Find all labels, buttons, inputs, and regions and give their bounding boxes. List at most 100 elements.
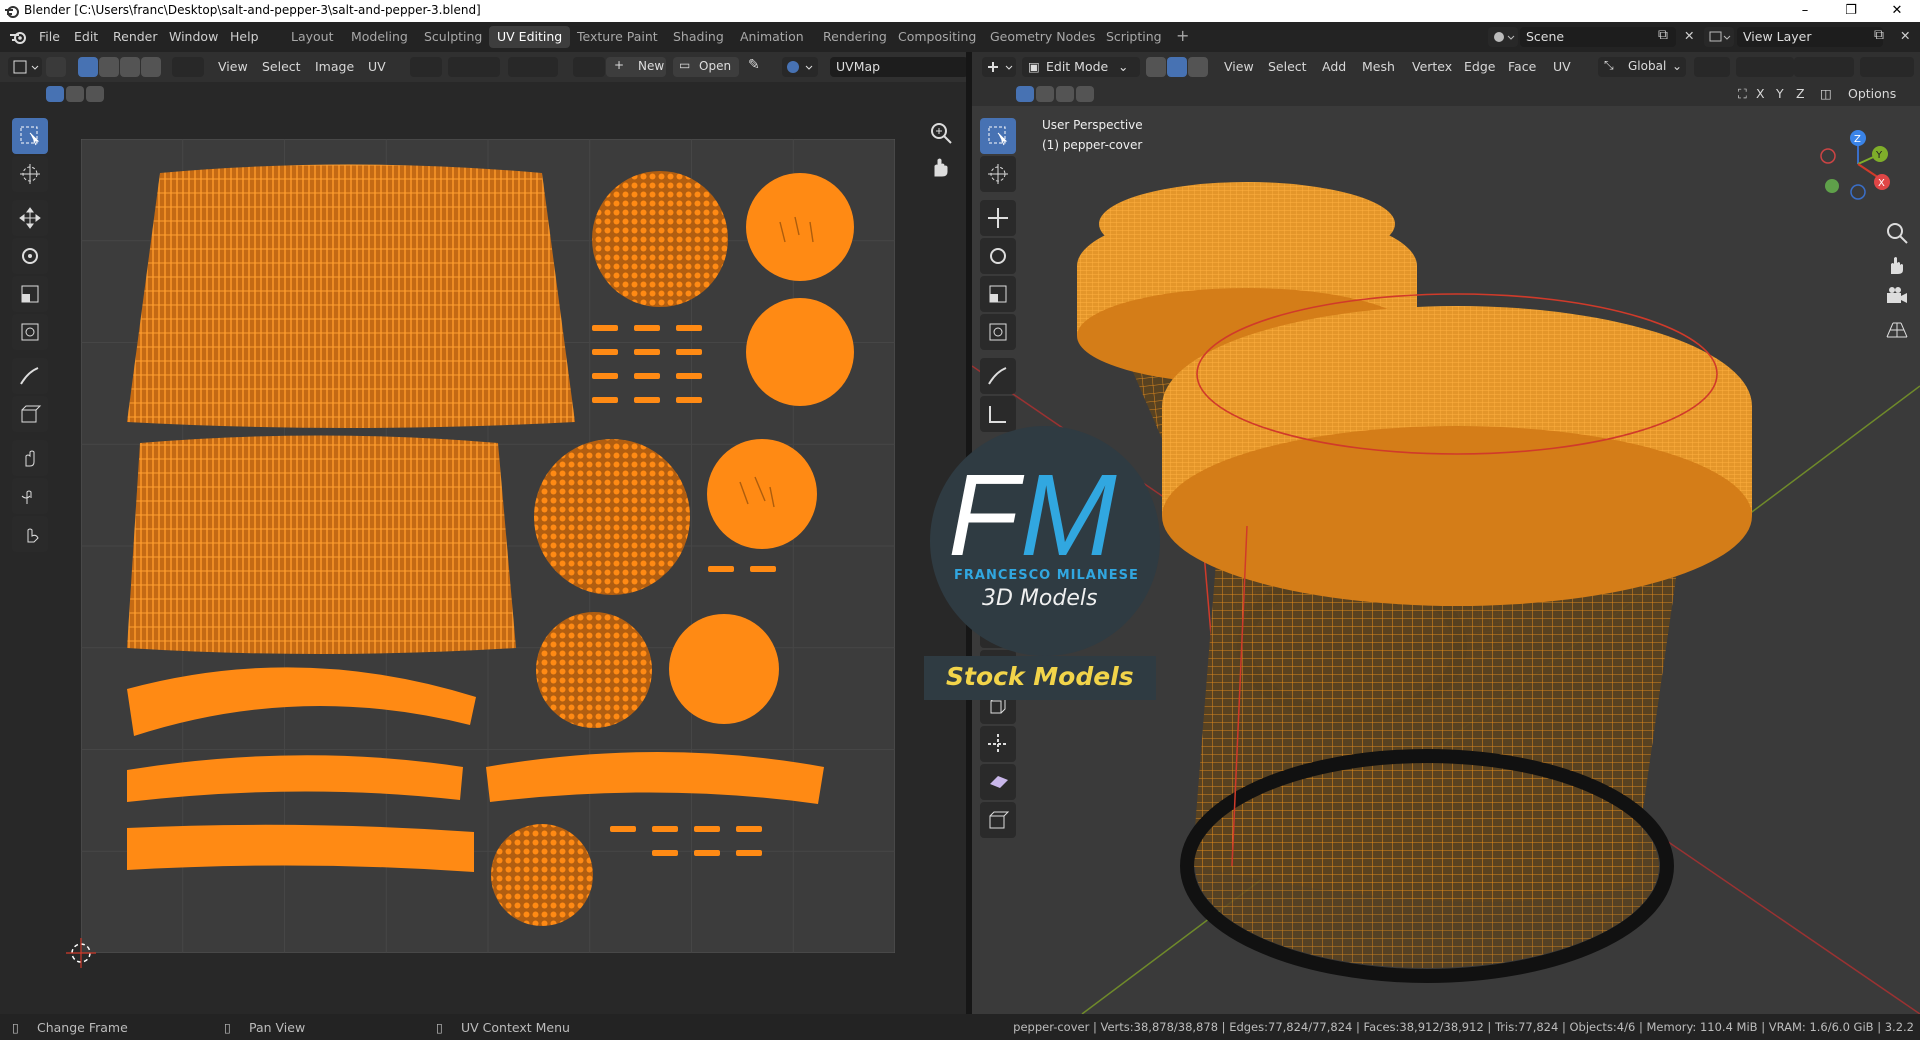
menu-render[interactable]: Render xyxy=(113,29,158,44)
vp-menu-mesh[interactable]: Mesh xyxy=(1362,59,1395,74)
scene-selector-icon[interactable] xyxy=(1488,27,1518,47)
uv-face-select-icon[interactable] xyxy=(120,57,140,77)
scene-field[interactable]: Scene xyxy=(1520,27,1676,47)
pivot-point-icon[interactable] xyxy=(410,57,442,77)
snap-icon[interactable] xyxy=(448,57,500,77)
vp-cursor-tool[interactable] xyxy=(980,156,1016,192)
display-channels-icon[interactable] xyxy=(782,57,818,77)
vp-select-invert-icon[interactable] xyxy=(1076,86,1094,102)
tab-layout[interactable]: Layout xyxy=(283,26,342,48)
copy-scene-icon[interactable]: ⧉ xyxy=(1658,27,1668,43)
vp-zoom-icon[interactable] xyxy=(1884,220,1910,246)
sticky-selection-icon[interactable] xyxy=(172,57,204,77)
orientation-selector[interactable]: ⤡ Global ⌄ xyxy=(1598,57,1686,77)
face-select-mode-icon[interactable] xyxy=(1188,57,1208,77)
uv-editor-area[interactable] xyxy=(0,82,966,1014)
vp-select-box-tool[interactable] xyxy=(980,118,1016,154)
open-image-button[interactable]: ▭ Open xyxy=(673,57,739,77)
vp-annotate-tool[interactable] xyxy=(980,358,1016,394)
tab-shading[interactable]: Shading xyxy=(665,26,732,48)
copy-view-layer-icon[interactable]: ⧉ xyxy=(1874,27,1884,43)
tab-sculpting[interactable]: Sculpting xyxy=(416,26,490,48)
vp-rotate-tool[interactable] xyxy=(980,238,1016,274)
tab-animation[interactable]: Animation xyxy=(732,26,812,48)
vp-select-extend-icon[interactable] xyxy=(1036,86,1054,102)
select-box-tool[interactable] xyxy=(12,118,48,154)
visibility-icon[interactable] xyxy=(1860,57,1914,77)
pivot-icon[interactable] xyxy=(1694,57,1730,77)
maximize-button[interactable]: ❐ xyxy=(1828,0,1874,22)
vp-menu-edge[interactable]: Edge xyxy=(1464,59,1495,74)
vp-move-tool[interactable] xyxy=(980,200,1016,236)
annotate-tool[interactable] xyxy=(12,358,48,394)
vp-select-new-icon[interactable] xyxy=(1016,86,1034,102)
image-browse-icon[interactable] xyxy=(573,57,605,77)
editor-type-3d-icon[interactable] xyxy=(982,57,1016,77)
axis-y-toggle[interactable]: Y xyxy=(1776,86,1784,101)
options-menu[interactable]: Options xyxy=(1848,86,1896,101)
tab-uv-editing[interactable]: UV Editing xyxy=(489,26,571,48)
pan-hand-icon[interactable] xyxy=(928,154,954,180)
transform-tool[interactable] xyxy=(12,314,48,350)
shrink-fatten-tool[interactable] xyxy=(980,726,1016,762)
mode-selector[interactable]: ▣ Edit Mode ⌄ xyxy=(1022,57,1140,77)
tab-scripting[interactable]: Scripting xyxy=(1098,26,1170,48)
vp-select-subtract-icon[interactable] xyxy=(1056,86,1074,102)
uv-sync-selection-icon[interactable] xyxy=(46,57,66,77)
uv-island-select-icon[interactable] xyxy=(141,57,161,77)
vertex-select-mode-icon[interactable] xyxy=(1146,57,1166,77)
view-layer-icon[interactable] xyxy=(1704,27,1734,47)
blender-menu-icon[interactable] xyxy=(9,29,27,45)
tab-texture-paint[interactable]: Texture Paint xyxy=(569,26,666,48)
mirror-icon[interactable]: ⛶ xyxy=(1738,86,1747,102)
rip-region-tool[interactable] xyxy=(980,802,1016,838)
auto-merge-icon[interactable]: ◫ xyxy=(1820,86,1832,101)
vp-transform-tool[interactable] xyxy=(980,314,1016,350)
rotate-tool[interactable] xyxy=(12,238,48,274)
grab-tool[interactable] xyxy=(12,396,48,432)
uv-2d-cursor-icon[interactable] xyxy=(66,938,96,968)
scale-tool[interactable] xyxy=(12,276,48,312)
uv-map-selector[interactable]: UVMap xyxy=(830,57,968,77)
move-tool[interactable] xyxy=(12,200,48,236)
vp-measure-tool[interactable] xyxy=(980,396,1016,432)
uv-menu-view[interactable]: View xyxy=(218,59,248,74)
new-image-button[interactable]: + New xyxy=(606,57,666,77)
uv-menu-image[interactable]: Image xyxy=(315,59,354,74)
zoom-icon[interactable] xyxy=(928,120,954,146)
uv-vertex-select-icon[interactable] xyxy=(78,57,98,77)
axis-x-toggle[interactable]: X xyxy=(1756,86,1765,101)
vp-scale-tool[interactable] xyxy=(980,276,1016,312)
remove-scene-icon[interactable]: ✕ xyxy=(1684,28,1694,43)
vp-menu-vertex[interactable]: Vertex xyxy=(1412,59,1452,74)
editor-type-uv-icon[interactable] xyxy=(8,57,42,77)
vp-menu-uv[interactable]: UV xyxy=(1553,59,1571,74)
edge-select-mode-icon[interactable] xyxy=(1167,57,1187,77)
uv-menu-select[interactable]: Select xyxy=(262,59,301,74)
remove-view-layer-icon[interactable]: ✕ xyxy=(1900,28,1910,43)
proportional-icon[interactable] xyxy=(1794,57,1854,77)
minimize-button[interactable]: – xyxy=(1782,0,1828,22)
vp-menu-face[interactable]: Face xyxy=(1508,59,1536,74)
add-workspace-icon[interactable]: + xyxy=(1168,25,1197,47)
close-button[interactable]: ✕ xyxy=(1874,0,1920,22)
menu-window[interactable]: Window xyxy=(169,29,218,44)
shear-tool[interactable] xyxy=(980,764,1016,800)
proportional-edit-icon[interactable] xyxy=(508,57,558,77)
tab-modeling[interactable]: Modeling xyxy=(343,26,416,48)
tab-rendering[interactable]: Rendering xyxy=(815,26,895,48)
tab-compositing[interactable]: Compositing xyxy=(890,26,984,48)
vp-menu-select[interactable]: Select xyxy=(1268,59,1307,74)
view-layer-field[interactable]: View Layer xyxy=(1737,27,1883,47)
uv-relax-tool[interactable] xyxy=(12,478,48,514)
cursor-tool[interactable] xyxy=(12,156,48,192)
menu-edit[interactable]: Edit xyxy=(74,29,98,44)
snapping-icon[interactable] xyxy=(1736,57,1794,77)
tab-geometry-nodes[interactable]: Geometry Nodes xyxy=(982,26,1103,48)
uv-menu-uv[interactable]: UV xyxy=(368,59,386,74)
menu-help[interactable]: Help xyxy=(230,29,259,44)
uv-grab-tool[interactable] xyxy=(12,440,48,476)
vp-menu-add[interactable]: Add xyxy=(1322,59,1346,74)
perspective-toggle-icon[interactable] xyxy=(1884,316,1910,342)
uv-edge-select-icon[interactable] xyxy=(99,57,119,77)
